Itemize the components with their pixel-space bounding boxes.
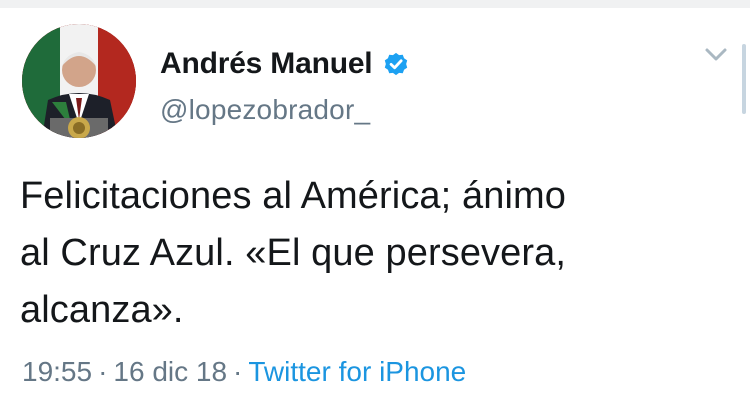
user-handle[interactable]: @lopezobrador_ [160, 94, 670, 126]
tweet-text-line: al Cruz Azul. «El que persevera, [20, 232, 567, 274]
display-name[interactable]: Andrés Manuel [160, 47, 373, 81]
verified-badge-icon [382, 50, 410, 78]
top-divider [0, 0, 750, 8]
tweet-meta: 19:55 · 16 dic 18 · Twitter for iPhone [22, 356, 466, 388]
tweet-time[interactable]: 19:55 [22, 356, 92, 387]
meta-separator: · [233, 356, 243, 387]
tweet-header: Andrés Manuel @lopezobrador_ [160, 44, 670, 126]
tweet-card: Andrés Manuel @lopezobrador_ Felicitacio… [0, 0, 750, 420]
chevron-down-icon[interactable] [700, 42, 732, 68]
tweet-text-line: Felicitaciones al América; ánimo [20, 175, 566, 217]
tweet-text-line: alcanza». [20, 289, 184, 331]
tweet-date[interactable]: 16 dic 18 [113, 356, 227, 387]
tweet-source-link[interactable]: Twitter for iPhone [248, 356, 466, 387]
name-row: Andrés Manuel [160, 44, 670, 84]
scroll-indicator [742, 44, 746, 114]
avatar-image [22, 24, 136, 138]
avatar[interactable] [22, 24, 136, 138]
tweet-text: Felicitaciones al América; ánimo al Cruz… [20, 168, 720, 339]
meta-separator: · [98, 356, 108, 387]
